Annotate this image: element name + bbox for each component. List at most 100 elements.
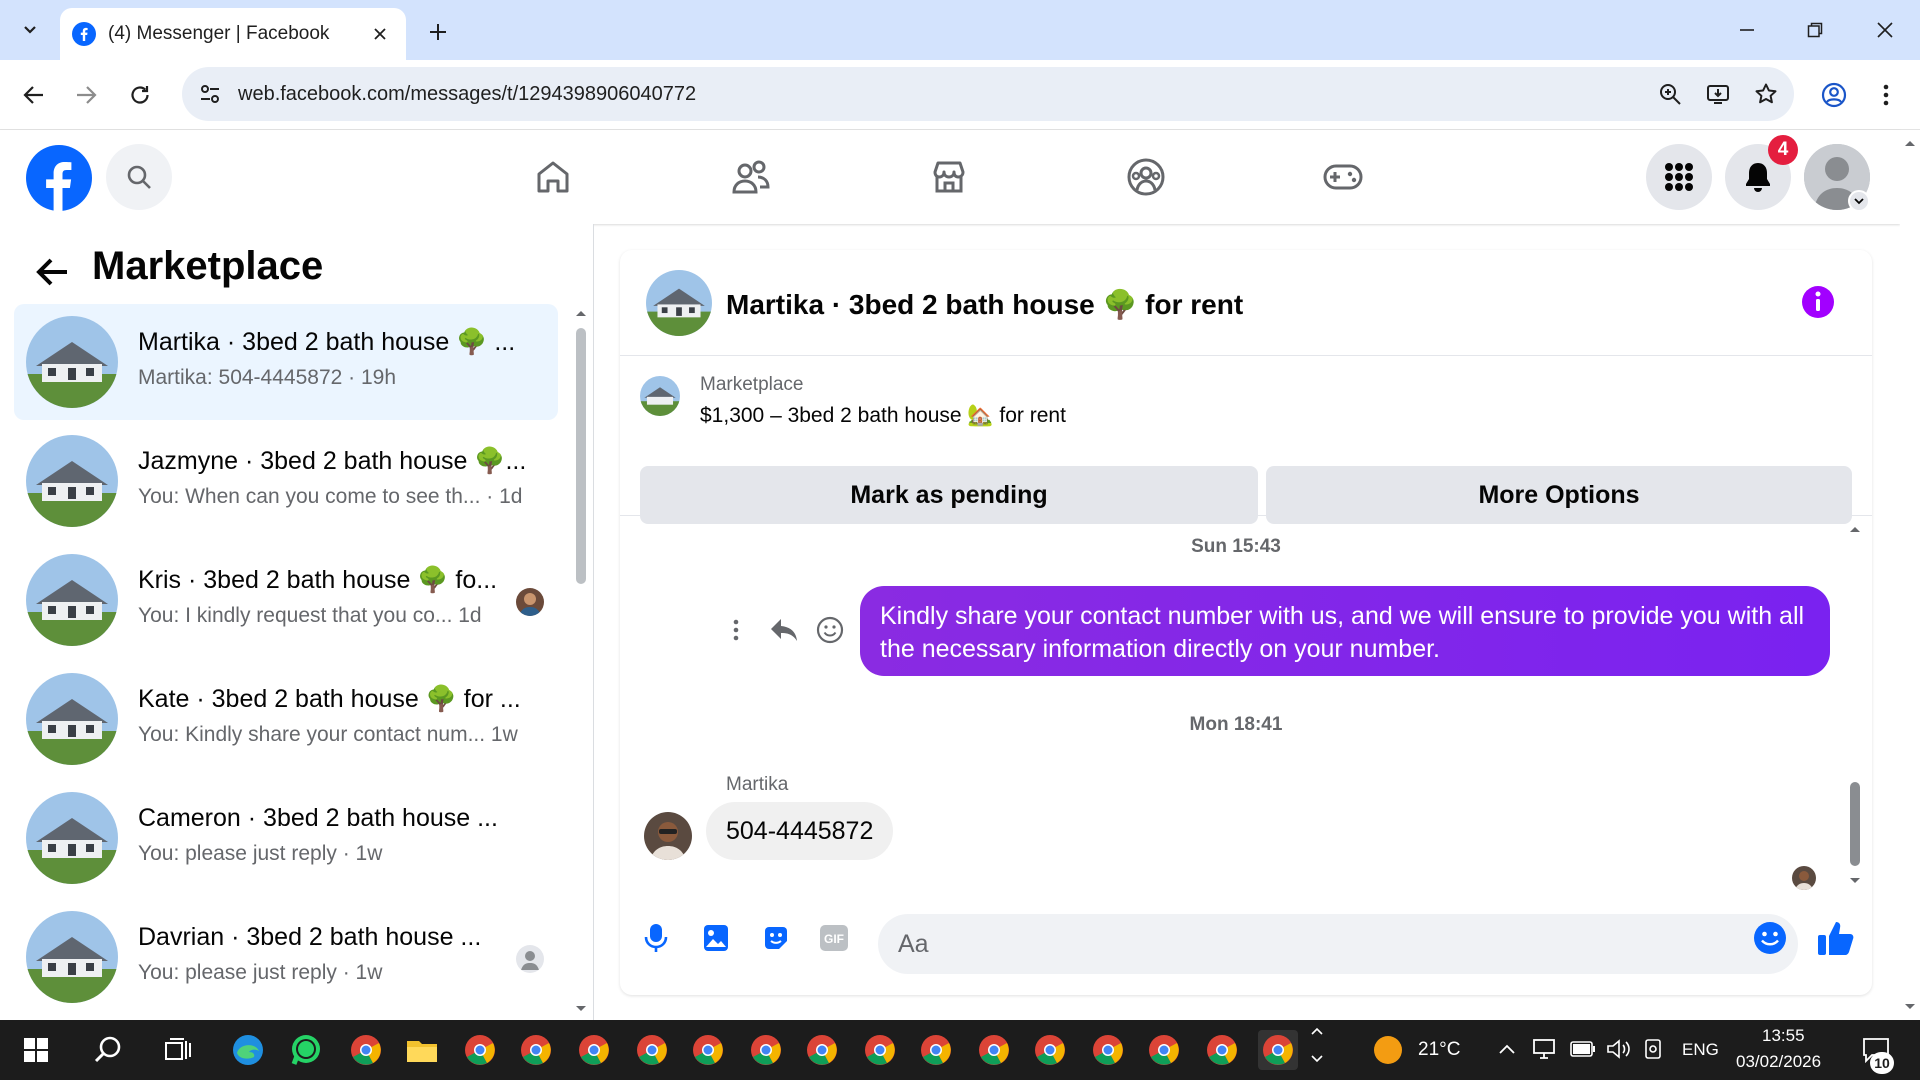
taskbar-overflow-button[interactable] [1310, 1026, 1326, 1074]
tab-close-button[interactable] [366, 20, 394, 48]
zoom-button[interactable] [1650, 74, 1690, 114]
nav-marketplace[interactable] [916, 144, 982, 210]
account-menu-chevron[interactable] [1848, 190, 1870, 212]
device-icon[interactable] [1642, 1038, 1666, 1060]
forward-button[interactable] [66, 75, 106, 115]
menu-button[interactable] [1646, 144, 1712, 210]
chrome-app[interactable] [1144, 1030, 1184, 1070]
nav-groups[interactable] [1113, 144, 1179, 210]
chrome-app[interactable] [574, 1030, 614, 1070]
chat-header: Martika · 3bed 2 bath house 🌳 for rent [620, 250, 1872, 356]
chrome-app[interactable] [1088, 1030, 1128, 1070]
conversation-item[interactable]: Kris · 3bed 2 bath house 🌳 fo... You: I … [14, 542, 558, 658]
chrome-app[interactable] [1030, 1030, 1070, 1070]
file-explorer-app[interactable] [402, 1030, 442, 1070]
url-text[interactable]: web.facebook.com/messages/t/129439890604… [238, 83, 1650, 106]
clock-date[interactable]: 03/02/2026 [1736, 1052, 1821, 1072]
tab-search-button[interactable] [12, 12, 48, 48]
house-avatar [26, 911, 118, 1003]
battery-icon[interactable] [1570, 1040, 1596, 1058]
weather-temperature[interactable]: 21°C [1418, 1039, 1460, 1061]
house-avatar [26, 316, 118, 408]
conversation-item[interactable]: Martika · 3bed 2 bath house 🌳 ... Martik… [14, 304, 558, 420]
input-language[interactable]: ENG [1682, 1040, 1719, 1060]
conversation-item[interactable]: Cameron · 3bed 2 bath house ... You: ple… [14, 780, 558, 896]
conversation-item[interactable]: Jazmyne · 3bed 2 bath house 🌳... You: Wh… [14, 423, 558, 539]
chrome-app[interactable] [974, 1030, 1014, 1070]
site-settings-button[interactable] [190, 74, 230, 114]
chrome-app[interactable] [916, 1030, 956, 1070]
close-window-button[interactable] [1860, 10, 1910, 50]
sender-avatar[interactable] [644, 812, 692, 860]
reload-button[interactable] [120, 75, 160, 115]
bookmark-button[interactable] [1746, 74, 1786, 114]
groups-icon [1127, 158, 1165, 196]
chevron-up-icon[interactable] [1498, 1042, 1516, 1056]
search-button[interactable] [88, 1030, 128, 1070]
restore-button[interactable] [1790, 10, 1840, 50]
outgoing-message[interactable]: Kindly share your contact number with us… [860, 586, 1830, 676]
chevron-up-icon[interactable] [1848, 524, 1862, 534]
chevron-down-icon[interactable] [1848, 876, 1862, 886]
minimize-button[interactable] [1722, 10, 1772, 50]
chevron-down-icon[interactable] [574, 1004, 588, 1014]
reply-button[interactable] [766, 612, 802, 648]
conversation-item[interactable]: Davrian · 3bed 2 bath house ... You: ple… [14, 899, 558, 1015]
new-tab-button[interactable] [420, 14, 456, 50]
conversation-item[interactable]: Kate · 3bed 2 bath house 🌳 for ... You: … [14, 661, 558, 777]
voice-clip-button[interactable] [636, 918, 676, 958]
info-icon[interactable] [1800, 284, 1836, 320]
search-button[interactable] [106, 144, 172, 210]
whatsapp-app[interactable] [286, 1030, 326, 1070]
message-scrollbar-thumb[interactable] [1850, 782, 1860, 866]
weather-widget[interactable] [1368, 1030, 1408, 1070]
chrome-app[interactable] [346, 1030, 386, 1070]
chrome-icon [637, 1035, 667, 1065]
more-options-button[interactable]: More Options [1266, 466, 1852, 524]
listing-thumbnail[interactable] [640, 376, 680, 416]
browser-tab[interactable]: (4) Messenger | Facebook [60, 8, 406, 60]
incoming-message[interactable]: 504-4445872 [706, 802, 894, 860]
chrome-app[interactable] [516, 1030, 556, 1070]
attach-image-button[interactable] [696, 918, 736, 958]
nav-home[interactable] [520, 144, 586, 210]
chrome-app[interactable] [860, 1030, 900, 1070]
chevron-up-icon [1905, 141, 1915, 146]
chrome-app[interactable] [746, 1030, 786, 1070]
start-button[interactable] [16, 1030, 56, 1070]
chrome-app[interactable] [1202, 1030, 1242, 1070]
edge-app[interactable] [228, 1030, 268, 1070]
search-icon [94, 1036, 121, 1063]
network-icon[interactable] [1532, 1038, 1558, 1060]
clock-time[interactable]: 13:55 [1762, 1026, 1805, 1046]
house-avatar[interactable] [646, 270, 712, 336]
back-button[interactable] [14, 75, 54, 115]
message-input[interactable] [898, 922, 1718, 966]
chrome-app-active[interactable] [1258, 1030, 1298, 1070]
sticker-button[interactable] [756, 918, 796, 958]
address-bar[interactable]: web.facebook.com/messages/t/129439890604… [182, 67, 1794, 121]
nav-friends[interactable] [718, 144, 784, 210]
listing-title[interactable]: $1,300 – 3bed 2 bath house 🏡 for rent [700, 404, 1066, 428]
chrome-app[interactable] [460, 1030, 500, 1070]
chat-title[interactable]: Martika · 3bed 2 bath house 🌳 for rent [726, 288, 1243, 321]
chrome-app[interactable] [632, 1030, 672, 1070]
back-button[interactable] [30, 250, 74, 294]
scrollbar-thumb[interactable] [576, 328, 586, 584]
message-more-button[interactable] [718, 612, 754, 648]
profile-button[interactable] [1814, 75, 1854, 115]
task-view-button[interactable] [158, 1030, 198, 1070]
page-scrollbar[interactable] [1900, 130, 1920, 1020]
chrome-app[interactable] [688, 1030, 728, 1070]
install-app-button[interactable] [1698, 74, 1738, 114]
thumbs-up-icon[interactable] [1814, 916, 1858, 960]
gif-button[interactable]: GIF [814, 918, 854, 958]
mark-as-pending-button[interactable]: Mark as pending [640, 466, 1258, 524]
chrome-app[interactable] [802, 1030, 842, 1070]
react-button[interactable] [812, 612, 848, 648]
facebook-icon[interactable] [26, 145, 92, 211]
volume-icon[interactable] [1606, 1038, 1632, 1060]
nav-gaming[interactable] [1310, 144, 1376, 210]
emoji-icon[interactable] [1750, 918, 1790, 958]
browser-menu-button[interactable] [1866, 75, 1906, 115]
